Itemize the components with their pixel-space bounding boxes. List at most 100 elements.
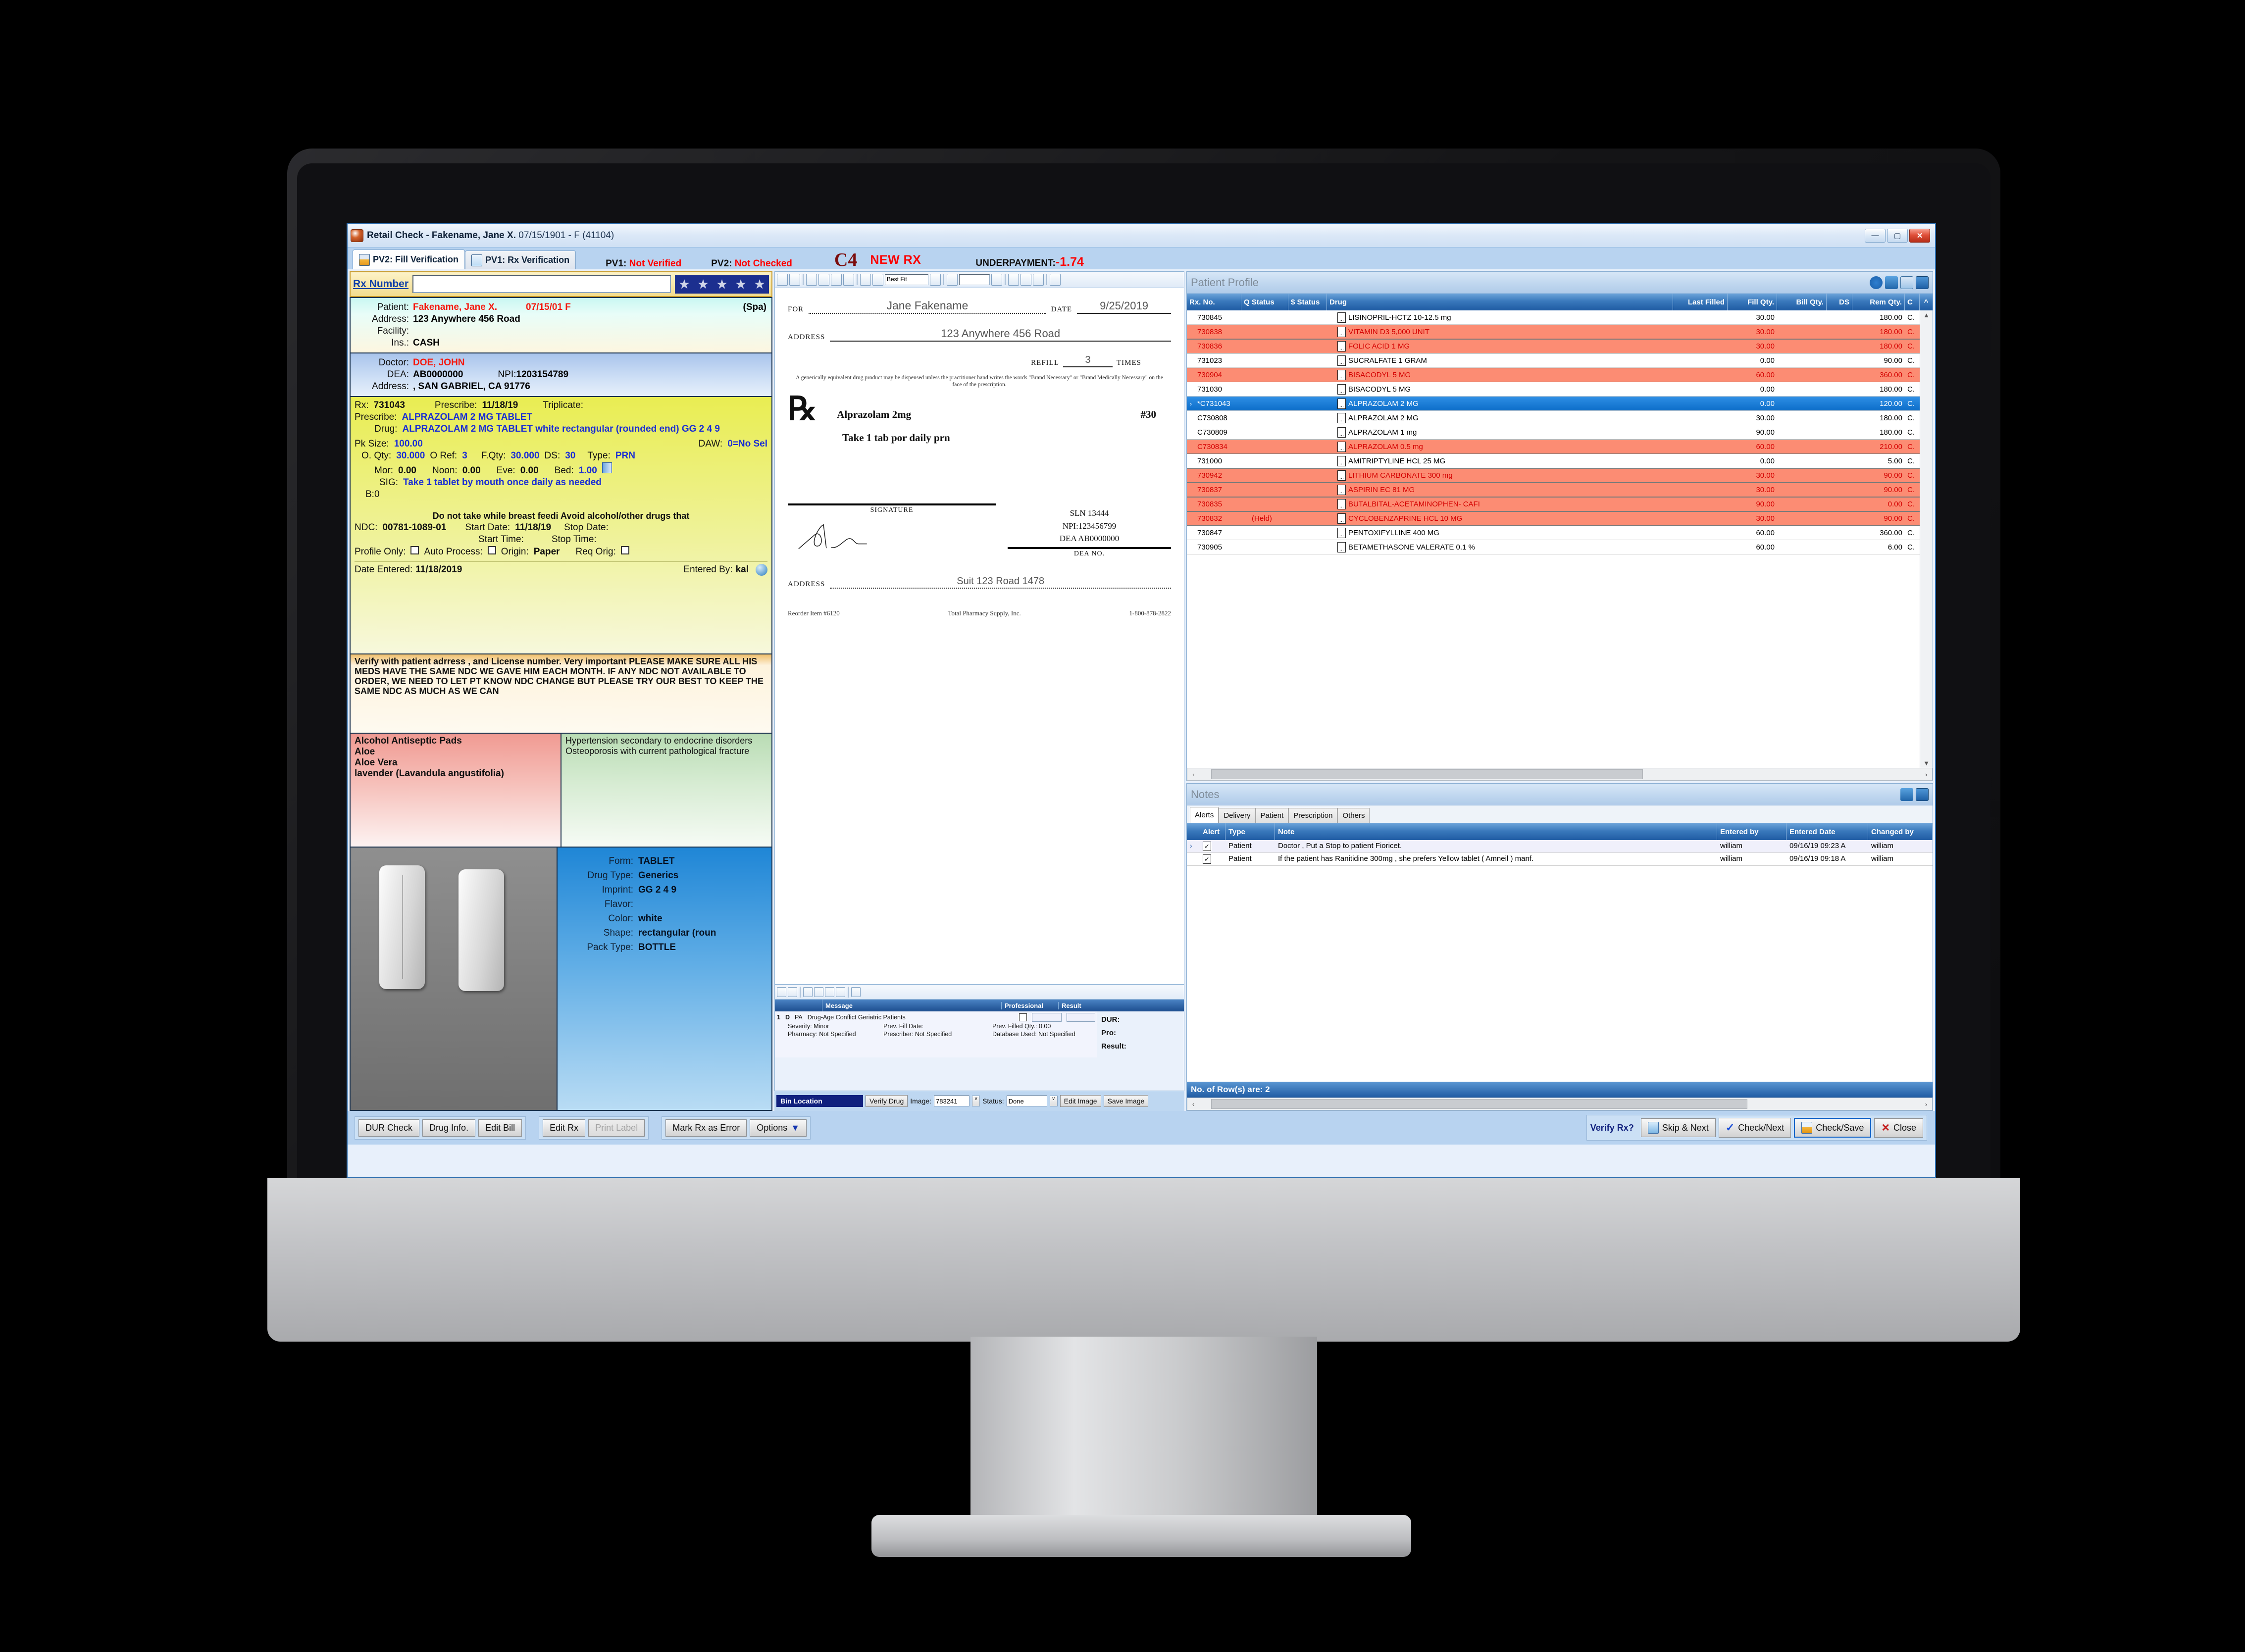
notes-col-entered-date[interactable]: Entered Date xyxy=(1786,823,1868,840)
pill-image[interactable] xyxy=(350,848,558,1111)
list-item[interactable]: ✓ Patient If the patient has Ranitidine 30… xyxy=(1187,853,1933,866)
hscroll-thumb[interactable] xyxy=(1211,1099,1747,1109)
diagnosis-list[interactable]: Hypertension secondary to endocrine diso… xyxy=(561,734,772,848)
edit-rx-button[interactable]: Edit Rx xyxy=(543,1119,586,1137)
email-icon[interactable] xyxy=(1033,274,1044,286)
notes-tab-delivery[interactable]: Delivery xyxy=(1219,808,1256,823)
edit-bill-button[interactable]: Edit Bill xyxy=(478,1119,522,1137)
col-ds[interactable]: DS xyxy=(1827,294,1852,310)
drug-detail-icon[interactable]: ... xyxy=(1337,312,1346,323)
table-row[interactable]: 730904 ... BISACODYL 5 MG 60.00 360.00 C. xyxy=(1187,368,1920,382)
dur-professional-checkbox[interactable] xyxy=(1019,1013,1027,1021)
tab-pv2-fill-verification[interactable]: PV2: Fill Verification xyxy=(353,250,465,269)
zoom-out-icon[interactable] xyxy=(860,274,871,286)
col-dollar-status[interactable]: $ Status xyxy=(1288,294,1327,310)
drug-detail-icon[interactable]: ... xyxy=(1337,327,1346,337)
drug-detail-icon[interactable]: ... xyxy=(1337,527,1346,538)
chevron-down-icon[interactable]: v xyxy=(972,1096,980,1106)
col-drug[interactable]: Drug xyxy=(1327,294,1673,310)
zoom-level-select[interactable]: Best Fit xyxy=(885,274,928,285)
notes-tab-prescription[interactable]: Prescription xyxy=(1288,808,1338,823)
drug-detail-icon[interactable]: ... xyxy=(1337,384,1346,395)
drug-detail-icon[interactable]: ... xyxy=(1337,398,1346,409)
drug-detail-icon[interactable]: ... xyxy=(1337,470,1346,481)
drug-detail-icon[interactable]: ... xyxy=(1337,412,1346,423)
col-rem-qty[interactable]: Rem Qty. xyxy=(1852,294,1905,310)
req-orig-checkbox[interactable] xyxy=(620,546,629,554)
history-icon[interactable] xyxy=(1900,276,1913,289)
table-row[interactable]: 731030 ... BISACODYL 5 MG 0.00 180.00 C. xyxy=(1187,382,1920,397)
table-row[interactable]: 730847 ... PENTOXIFYLLINE 400 MG 60.00 360.0… xyxy=(1187,526,1920,540)
dur-export-icon[interactable] xyxy=(851,987,861,997)
dur-row[interactable]: 1 D PA Drug-Age Conflict Geriatric Patie… xyxy=(775,1011,1184,1057)
refresh-icon[interactable] xyxy=(1870,276,1883,289)
verify-drug-button[interactable]: Verify Drug xyxy=(866,1095,908,1107)
drug-detail-icon[interactable]: ... xyxy=(1337,355,1346,366)
dur-fitwidth-icon[interactable] xyxy=(814,987,823,997)
first-page-icon[interactable] xyxy=(947,274,958,286)
col-c[interactable]: C xyxy=(1905,294,1920,310)
notes-col-changed-by[interactable]: Changed by xyxy=(1868,823,1933,840)
rx-number-input[interactable] xyxy=(412,275,671,293)
drug-detail-icon[interactable]: ... xyxy=(1337,370,1346,380)
pointer-icon[interactable] xyxy=(777,274,788,286)
rotate-right-icon[interactable] xyxy=(818,274,829,286)
table-row[interactable]: 731023 ... SUCRALFATE 1 GRAM 0.00 90.00 C. xyxy=(1187,353,1920,368)
table-row[interactable]: 730837 ... ASPIRIN EC 81 MG 30.00 90.00 C. xyxy=(1187,483,1920,497)
save-icon[interactable] xyxy=(1020,274,1031,286)
note-alert-checkbox[interactable]: ✓ xyxy=(1200,854,1225,864)
check-next-button[interactable]: ✓ Check/Next xyxy=(1718,1118,1791,1138)
save-image-button[interactable]: Save Image xyxy=(1103,1095,1149,1107)
table-row[interactable]: C730809 ... ALPRAZOLAM 1 mg 90.00 180.00 C. xyxy=(1187,425,1920,440)
close-window-button[interactable]: ✕ xyxy=(1909,228,1930,243)
dur-fitheight-icon[interactable] xyxy=(825,987,834,997)
dur-print-icon[interactable] xyxy=(788,987,797,997)
page-number-input[interactable] xyxy=(959,274,990,285)
drug-detail-icon[interactable]: ... xyxy=(1337,341,1346,351)
panel-icon[interactable] xyxy=(1916,276,1929,289)
prescription-image[interactable]: FOR Jane Fakename DATE 9/25/2019 ADDRESS xyxy=(774,288,1184,985)
scroll-left-icon[interactable]: ‹ xyxy=(1187,1101,1199,1108)
col-rx-no[interactable]: Rx. No. xyxy=(1187,294,1241,310)
fit-page-icon[interactable] xyxy=(831,274,842,286)
drug-detail-icon[interactable]: ... xyxy=(1337,513,1346,524)
drug-detail-icon[interactable]: ... xyxy=(1337,485,1346,495)
drug-detail-icon[interactable]: ... xyxy=(1337,427,1346,438)
dur-check-button[interactable]: DUR Check xyxy=(358,1119,420,1137)
table-row[interactable]: 730836 ... FOLIC ACID 1 MG 30.00 180.00 C. xyxy=(1187,339,1920,353)
patient-profile-hscrollbar[interactable]: ‹ › xyxy=(1187,768,1933,781)
pan-hand-icon[interactable] xyxy=(789,274,800,286)
drug-detail-icon[interactable]: ... xyxy=(1337,442,1346,452)
help-icon[interactable] xyxy=(1050,274,1061,286)
dur-result-field[interactable] xyxy=(1067,1013,1095,1022)
drug-detail-icon[interactable]: ... xyxy=(1337,499,1346,509)
notes-tab-others[interactable]: Others xyxy=(1337,808,1370,823)
notes-col-type[interactable]: Type xyxy=(1225,823,1275,840)
drug-detail-icon[interactable]: ... xyxy=(1337,542,1346,552)
chevron-down-icon[interactable]: v xyxy=(1049,1096,1058,1106)
dur-fitpage-icon[interactable] xyxy=(836,987,845,997)
notes-col-alert[interactable]: Alert xyxy=(1200,823,1225,840)
tab-pv1-rx-verification[interactable]: PV1: Rx Verification xyxy=(465,250,576,269)
last-page-icon[interactable] xyxy=(991,274,1002,286)
note-alert-checkbox[interactable]: ✓ xyxy=(1200,842,1225,851)
patient-profile-vscrollbar[interactable]: ▲ ▼ xyxy=(1920,310,1933,768)
check-save-button[interactable]: Check/Save xyxy=(1794,1118,1872,1138)
drug-info-button[interactable]: Drug Info. xyxy=(422,1119,476,1137)
notes-hscrollbar[interactable]: ‹ › xyxy=(1187,1098,1933,1110)
rotate-left-icon[interactable] xyxy=(806,274,817,286)
table-row[interactable]: 730942 ... LITHIUM CARBONATE 300 mg 30.00 90… xyxy=(1187,468,1920,483)
notes-tab-patient[interactable]: Patient xyxy=(1255,808,1289,823)
table-row[interactable]: 730832 (Held) ... CYCLOBENZAPRINE HCL 10 MG… xyxy=(1187,511,1920,526)
col-bill-qty[interactable]: Bill Qty. xyxy=(1777,294,1827,310)
minimize-button[interactable]: — xyxy=(1865,228,1886,243)
allergy-list[interactable]: Alcohol Antiseptic Pads Aloe Aloe Vera l… xyxy=(350,734,561,848)
drug-detail-icon[interactable]: ... xyxy=(1337,455,1346,466)
doctor-info-panel[interactable]: Doctor: DOE, JOHN DEA: AB0000000 NPI: 12… xyxy=(350,353,772,397)
image-number-input[interactable]: 783241 xyxy=(934,1096,970,1106)
table-row[interactable]: 731000 ... AMITRIPTYLINE HCL 25 MG 0.00 5.00… xyxy=(1187,454,1920,468)
notes-tab-alerts[interactable]: Alerts xyxy=(1190,807,1219,823)
scroll-left-icon[interactable]: ‹ xyxy=(1187,771,1199,778)
mark-rx-as-error-button[interactable]: Mark Rx as Error xyxy=(665,1119,747,1137)
panel-icon[interactable] xyxy=(1916,788,1929,801)
